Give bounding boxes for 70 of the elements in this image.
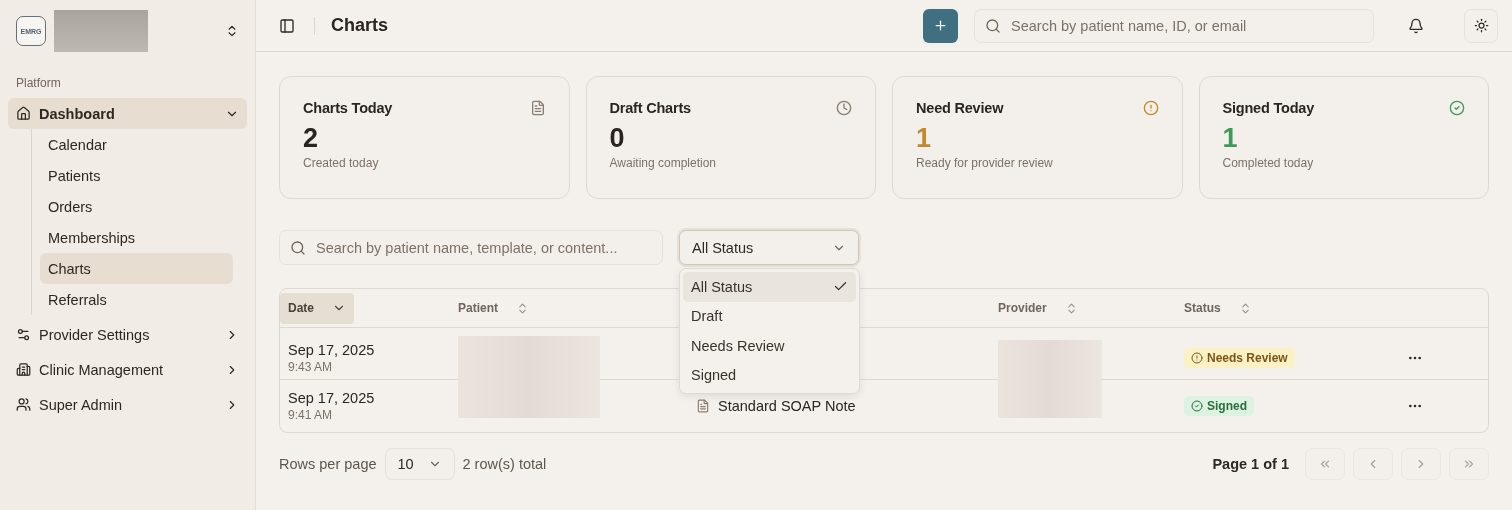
page-indicator: Page 1 of 1 bbox=[1212, 456, 1289, 472]
date-text: Sep 17, 2025 bbox=[288, 390, 376, 406]
add-button[interactable] bbox=[923, 8, 958, 43]
dropdown-option[interactable]: All Status bbox=[683, 272, 856, 302]
rows-per-page-label: Rows per page bbox=[279, 456, 377, 472]
nav-icon bbox=[16, 362, 31, 377]
dropdown-option[interactable]: Needs Review bbox=[683, 331, 856, 361]
template-name: Standard SOAP Note bbox=[718, 398, 856, 414]
stat-caption: Awaiting completion bbox=[609, 156, 717, 170]
section-label: Platform bbox=[15, 75, 62, 92]
page-title: Charts bbox=[331, 15, 389, 36]
stat-value: 0 bbox=[609, 122, 626, 154]
bell-icon bbox=[1408, 17, 1424, 34]
sun-icon bbox=[1473, 18, 1489, 33]
date-text: Sep 17, 2025 bbox=[288, 342, 376, 358]
stat-title: Need Review bbox=[916, 100, 1004, 116]
plus-icon bbox=[933, 18, 948, 33]
nav-item[interactable]: Provider Settings bbox=[8, 319, 247, 350]
nav-subitem[interactable]: Charts bbox=[40, 253, 233, 284]
nav-icon bbox=[16, 106, 31, 121]
search-input[interactable]: Search by patient name, template, or content... bbox=[314, 238, 652, 257]
row-total: 2 row(s) total bbox=[462, 456, 547, 472]
status-icon bbox=[1191, 400, 1203, 412]
search-icon bbox=[290, 239, 306, 256]
search-input[interactable]: Search by patient name, ID, or email bbox=[1009, 16, 1363, 35]
time-text: 9:43 AM bbox=[288, 360, 334, 374]
stat-caption: Ready for provider review bbox=[916, 156, 1054, 170]
stat-value: 1 bbox=[1222, 122, 1239, 154]
nav-item[interactable]: Clinic Management bbox=[8, 354, 247, 385]
stat-caption: Completed today bbox=[1222, 156, 1315, 170]
sidebar-icon bbox=[279, 17, 295, 34]
search-icon bbox=[985, 17, 1001, 34]
stat-title: Signed Today bbox=[1222, 100, 1315, 116]
nav-subitem[interactable]: Calendar bbox=[40, 129, 233, 160]
nav-subitem[interactable]: Orders bbox=[40, 191, 233, 222]
stat-value: 1 bbox=[916, 122, 933, 154]
rows-per-page-select[interactable]: 10 bbox=[384, 448, 455, 480]
column-header[interactable]: Status bbox=[1176, 292, 1260, 324]
status-icon bbox=[1191, 352, 1203, 364]
stat-icon bbox=[529, 100, 546, 116]
stat-icon bbox=[1142, 100, 1159, 116]
dropdown-option[interactable]: Draft bbox=[683, 301, 856, 331]
column-header[interactable]: Date bbox=[280, 292, 354, 324]
sort-icon bbox=[516, 301, 529, 315]
chevron-icon bbox=[1462, 457, 1476, 471]
stat-title: Charts Today bbox=[303, 100, 393, 116]
status-select[interactable]: All Status bbox=[679, 230, 859, 265]
chevron-icon bbox=[1318, 457, 1332, 471]
stat-value: 2 bbox=[303, 122, 320, 154]
nav-subitem[interactable]: Patients bbox=[40, 160, 233, 191]
nav-icon bbox=[16, 397, 31, 412]
nav-icon bbox=[16, 327, 31, 342]
stat-icon bbox=[1449, 100, 1465, 116]
status-badge: Signed bbox=[1184, 396, 1254, 416]
nav-subitem[interactable]: Memberships bbox=[40, 222, 233, 253]
status-badge: Needs Review bbox=[1184, 348, 1295, 368]
search-field[interactable]: Search by patient name, ID, or email bbox=[974, 8, 1374, 43]
nav-subitem[interactable]: Referrals bbox=[40, 284, 233, 315]
time-text: 9:41 AM bbox=[288, 408, 334, 422]
stat-title: Draft Charts bbox=[609, 100, 691, 116]
column-header[interactable]: Provider bbox=[990, 292, 1086, 324]
stat-caption: Created today bbox=[303, 156, 380, 170]
stat-icon bbox=[836, 100, 852, 116]
nav-item[interactable]: Dashboard bbox=[8, 98, 247, 129]
search-field[interactable]: Search by patient name, template, or content... bbox=[279, 230, 663, 265]
nav-item[interactable]: Super Admin bbox=[8, 389, 247, 420]
dropdown-option[interactable]: Signed bbox=[683, 360, 856, 390]
column-header[interactable]: Patient bbox=[450, 292, 537, 324]
theme-button[interactable] bbox=[1464, 8, 1498, 43]
document-icon bbox=[696, 399, 710, 413]
